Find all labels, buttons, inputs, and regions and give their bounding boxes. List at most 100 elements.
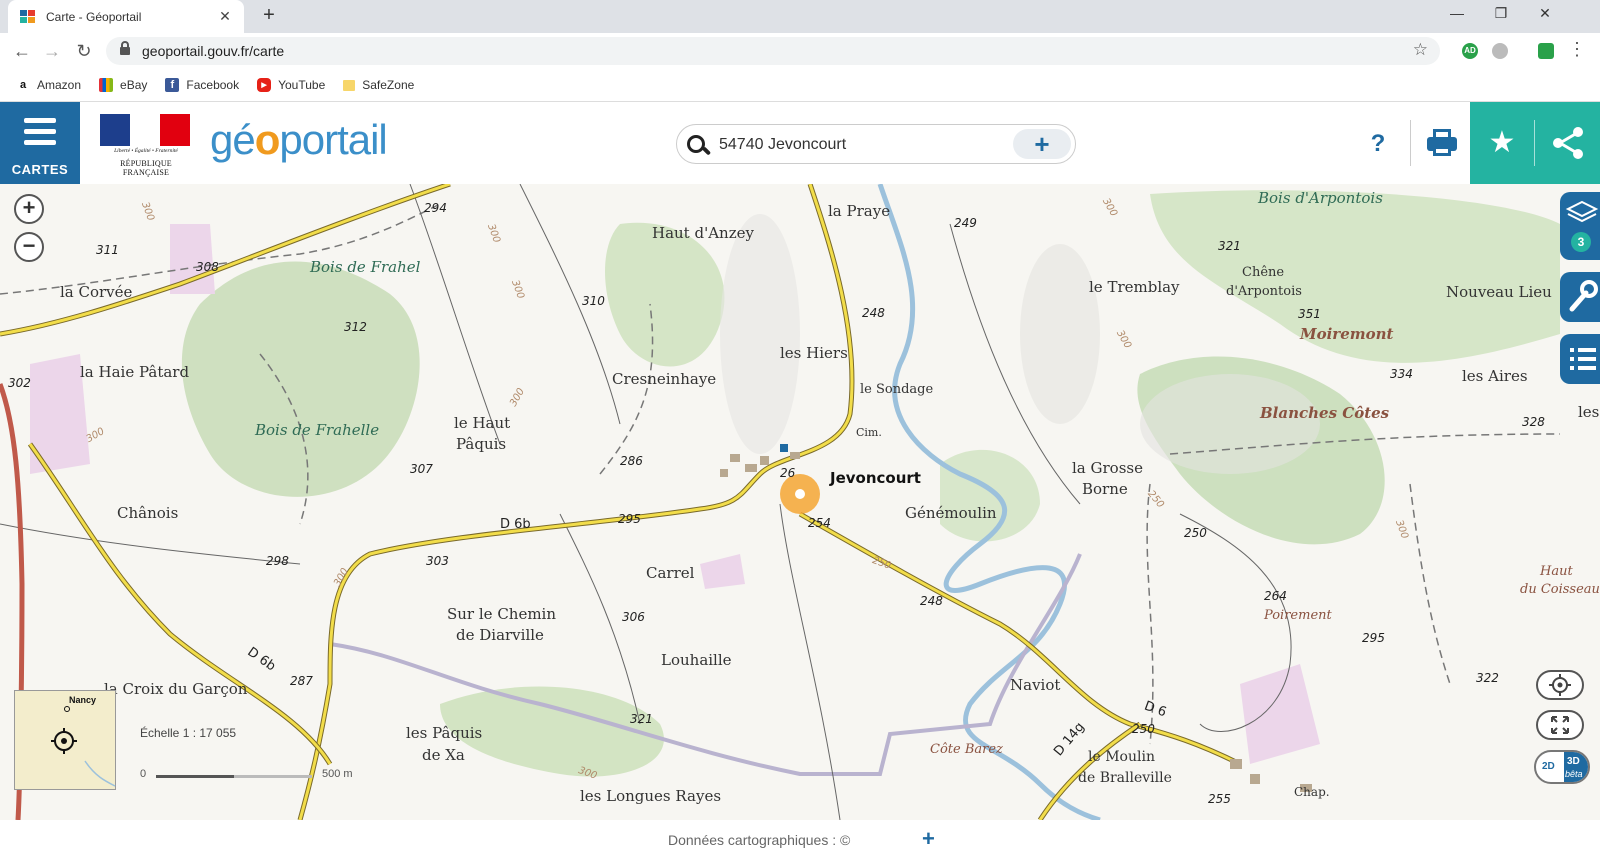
fullscreen-button[interactable] <box>1536 710 1584 740</box>
share-icon[interactable] <box>1536 102 1600 184</box>
altitude-label: 307 <box>410 462 433 476</box>
browser-toolbar: ← → ↻ geoportail.gouv.fr/carte ☆ AD ⋮ <box>0 33 1600 69</box>
altitude-label: 249 <box>954 216 977 230</box>
favorites-star-icon[interactable]: ★ <box>1470 102 1534 184</box>
altitude-label: 308 <box>196 260 219 274</box>
rf-name: RÉPUBLIQUE FRANÇAISE <box>120 159 172 177</box>
place-label: le Moulin <box>1088 749 1155 765</box>
panel-divider <box>1534 120 1535 166</box>
bookmark-safezone[interactable]: SafeZone <box>343 78 414 92</box>
altitude-label: 310 <box>582 294 605 308</box>
scale-text: Échelle 1 : 17 055 <box>140 726 237 740</box>
bookmark-star-icon[interactable]: ☆ <box>1413 40 1428 60</box>
altitude-label: 334 <box>1390 367 1413 381</box>
search-input[interactable] <box>717 131 1007 159</box>
geolocate-button[interactable] <box>1536 670 1584 700</box>
youtube-icon: ▶ <box>257 78 272 92</box>
advanced-search-plus-button[interactable]: + <box>1013 129 1071 159</box>
extension-ad-icon[interactable]: AD <box>1462 43 1478 59</box>
window-maximize-button[interactable]: ❐ <box>1486 5 1516 22</box>
back-arrow-icon[interactable]: ← <box>10 40 34 62</box>
bookmark-label: eBay <box>120 78 148 92</box>
3d-beta-button[interactable]: 3D bêta <box>1564 752 1588 782</box>
ebay-icon <box>99 78 114 92</box>
cartes-menu-button[interactable]: CARTES <box>0 102 80 184</box>
place-label: de Bralleville <box>1078 770 1172 786</box>
altitude-label: 294 <box>424 201 447 215</box>
3d-label: 3D <box>1567 756 1580 767</box>
geoportail-header: CARTES Liberté • Égalité • Fraternité RÉ… <box>0 102 1600 184</box>
window-close-button[interactable]: ✕ <box>1530 5 1560 22</box>
search-box: + <box>676 124 1076 164</box>
extension-cloud-icon[interactable] <box>1492 43 1508 59</box>
lock-icon <box>120 41 130 56</box>
map-footer: Données cartographiques : © + <box>0 820 1600 860</box>
place-label: Pâquis <box>456 435 507 453</box>
forward-arrow-icon[interactable]: → <box>40 40 64 62</box>
header-divider <box>1410 120 1411 166</box>
logo-part: o <box>254 116 281 163</box>
place-label: le Tremblay <box>1089 278 1180 296</box>
geoportail-favicon-icon <box>20 9 36 24</box>
url-text: geoportail.gouv.fr/carte <box>142 43 285 59</box>
hill-label: Haut <box>1540 564 1573 579</box>
target-icon <box>1549 674 1571 696</box>
new-tab-button[interactable]: + <box>256 4 282 27</box>
window-minimize-button[interactable]: — <box>1442 5 1472 21</box>
overview-minimap[interactable]: Nancy <box>14 690 116 790</box>
extension-shield-icon[interactable] <box>1538 43 1554 59</box>
bookmark-amazon[interactable]: a Amazon <box>16 78 81 92</box>
place-label: les Longues Rayes <box>580 787 722 805</box>
help-button[interactable]: ? <box>1360 124 1396 164</box>
wrench-icon <box>1569 280 1598 312</box>
altitude-label: 295 <box>1362 631 1385 645</box>
search-icon[interactable] <box>685 133 712 159</box>
credits-more-button[interactable]: + <box>922 826 935 852</box>
layers-count-badge: 3 <box>1571 232 1591 252</box>
list-icon <box>1570 348 1596 370</box>
altitude-label: 351 <box>1298 307 1321 321</box>
browser-tab[interactable]: Carte - Géoportail ✕ <box>8 0 244 33</box>
bookmark-ebay[interactable]: eBay <box>99 78 147 92</box>
fullscreen-icon <box>1551 716 1569 734</box>
place-label: d'Arpontois <box>1226 284 1302 299</box>
place-label: le Sondage <box>860 382 934 397</box>
altitude-label: 302 <box>8 376 31 390</box>
tools-button[interactable] <box>1560 272 1600 322</box>
place-label: de Diarville <box>456 626 544 644</box>
altitude-label: 250 <box>1132 722 1155 736</box>
zoom-out-button[interactable]: − <box>14 232 44 262</box>
altitude-label: 287 <box>290 674 313 688</box>
bookmark-youtube[interactable]: ▶ YouTube <box>257 78 325 92</box>
cartes-label: CARTES <box>11 162 69 177</box>
topographic-map-background <box>0 184 1561 820</box>
logo-part: portail <box>279 116 387 163</box>
place-label: les Hiers <box>780 344 848 362</box>
zoom-in-button[interactable]: + <box>14 194 44 224</box>
altitude-label: 311 <box>96 243 119 257</box>
reload-icon[interactable]: ↻ <box>72 40 96 62</box>
place-label: les Pâquis <box>406 724 483 742</box>
tab-close-icon[interactable]: ✕ <box>216 8 234 25</box>
place-label: Chêne <box>1242 265 1285 280</box>
bookmark-facebook[interactable]: f Facebook <box>165 78 239 92</box>
place-label: Cresneinhaye <box>612 370 717 388</box>
map-canvas[interactable]: la Praye Haut d'Anzey la Corvée la Haie … <box>0 184 1600 820</box>
forest-label: Bois d'Arpontois <box>1258 189 1383 207</box>
hill-label: Blanches Côtes <box>1260 404 1390 422</box>
layers-button[interactable]: 3 <box>1560 192 1600 260</box>
place-label: la Haie Pâtard <box>80 363 190 381</box>
2d-3d-toggle[interactable]: 2D 3D bêta <box>1534 750 1590 784</box>
browser-menu-icon[interactable]: ⋮ <box>1568 39 1586 60</box>
altitude-label: 254 <box>808 516 831 530</box>
print-icon[interactable] <box>1422 124 1462 164</box>
browser-tab-bar: Carte - Géoportail ✕ + — ❐ ✕ <box>0 0 1600 33</box>
place-label: de Xa <box>422 746 465 764</box>
bookmarks-bar: a Amazon eBay f Facebook ▶ YouTube SafeZ… <box>0 69 1600 102</box>
altitude-label: 255 <box>1208 792 1231 806</box>
geoportail-logo[interactable]: géoportail <box>210 116 388 164</box>
crosshair-icon <box>51 706 116 787</box>
address-bar[interactable]: geoportail.gouv.fr/carte ☆ <box>106 37 1440 65</box>
legend-list-button[interactable] <box>1560 334 1600 384</box>
place-label: le Haut <box>454 414 511 432</box>
